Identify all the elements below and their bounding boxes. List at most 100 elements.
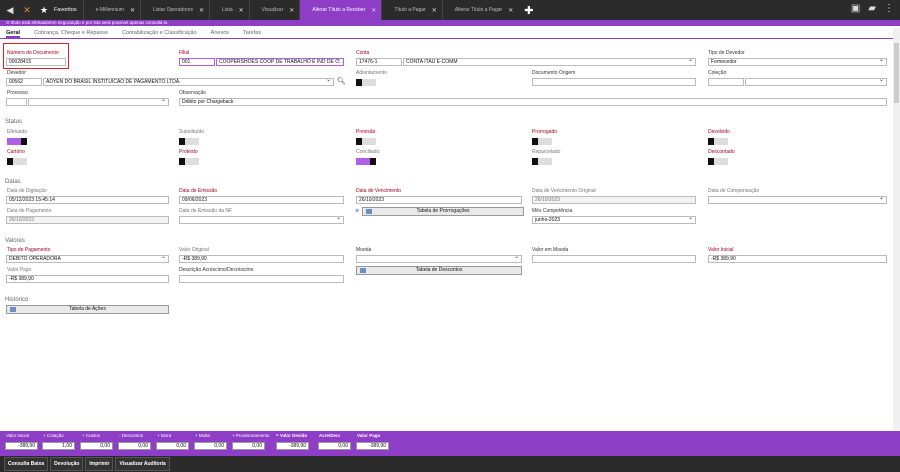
- tab-alterar-titulo-pagar[interactable]: Alterar Título a Pagar ✕: [441, 0, 518, 20]
- documento-origem-input[interactable]: [532, 78, 696, 86]
- reparcelado-toggle[interactable]: [532, 158, 552, 165]
- processo-label: Processo: [7, 90, 28, 96]
- close-icon[interactable]: ✕: [130, 7, 135, 14]
- tab-cobranca[interactable]: Cobrança, Cheque e Repasse: [34, 28, 108, 38]
- visualizar-auditoria-button[interactable]: Visualizar Auditoria: [115, 457, 170, 471]
- scrollbar-thumb[interactable]: [894, 43, 899, 103]
- tabela-prorrogacoes-button[interactable]: Tabela de Prorrogações: [362, 207, 524, 216]
- tab-geral[interactable]: Geral: [6, 28, 21, 38]
- total-label: + Custos: [82, 433, 100, 438]
- close-icon[interactable]: ✕: [508, 7, 513, 14]
- cartorio-toggle[interactable]: [7, 158, 27, 165]
- devolucao-button[interactable]: Devolução: [50, 457, 84, 471]
- data-emissao-nf-select[interactable]: [179, 216, 344, 224]
- chat-icon[interactable]: ▰: [868, 3, 876, 14]
- add-tab-icon[interactable]: ✚: [524, 4, 533, 17]
- close-icon[interactable]: ✕: [371, 7, 376, 14]
- total-label: Valor Inicial: [6, 433, 29, 438]
- tabela-acoes-button[interactable]: Tabela de Ações: [6, 305, 169, 314]
- efetuado-toggle[interactable]: [7, 138, 27, 145]
- tabela-descontos-button[interactable]: Tabela de Descontos: [356, 266, 522, 275]
- star-icon[interactable]: ★: [37, 3, 51, 17]
- total-value: 1,00: [42, 442, 75, 450]
- imprimir-button[interactable]: Imprimir: [85, 457, 114, 471]
- mes-competencia-select[interactable]: junho-2023: [532, 216, 696, 224]
- desc-acrescimo-label: Descrição Acréscimo/Decréscimo: [179, 267, 254, 273]
- desc-acrescimo-input[interactable]: [179, 275, 344, 283]
- close-icon[interactable]: ✕: [199, 7, 204, 14]
- link-icon[interactable]: ⊕: [355, 208, 359, 214]
- valor-inicial-input[interactable]: -R$ 389,90: [708, 255, 887, 263]
- descontado-label: Descontado: [708, 149, 735, 155]
- data-venc-original-input[interactable]: 26/10/2023: [532, 196, 696, 204]
- tab-lista[interactable]: Lista ✕: [209, 0, 249, 20]
- protesto-toggle[interactable]: [179, 158, 199, 165]
- data-vencimento-input[interactable]: 26/10/2023: [356, 196, 522, 204]
- observacao-input[interactable]: Débito por Chargeback: [179, 98, 887, 106]
- tab-alterar-titulo-receber[interactable]: Alterar Título a Receber ✕: [299, 0, 382, 20]
- consulta-baixa-button[interactable]: Consulta Baixa: [4, 457, 49, 471]
- close-icon[interactable]: ✕: [289, 7, 294, 14]
- processo-code-input[interactable]: [6, 98, 27, 106]
- numero-documento-input[interactable]: 00028415: [6, 58, 66, 66]
- previsao-label: Previsão: [356, 129, 376, 135]
- menu-icon[interactable]: ⋮: [884, 3, 894, 14]
- total-label: Valor Pago: [357, 433, 381, 438]
- clipboard-icon[interactable]: ▣: [851, 3, 860, 14]
- tab-tarefas[interactable]: Tarefas: [243, 28, 261, 38]
- search-icon[interactable]: 🔍︎: [337, 77, 346, 85]
- close-icon[interactable]: ✕: [239, 7, 244, 14]
- valor-original-label: Valor Original: [179, 247, 209, 253]
- tipo-devedor-select[interactable]: Fornecedor: [708, 58, 887, 66]
- data-digitacao-label: Data de Digitação: [7, 188, 47, 194]
- processo-select[interactable]: [28, 98, 169, 106]
- tab-contabilizacao[interactable]: Contabilização e Classificação: [122, 28, 197, 38]
- conciliado-toggle[interactable]: [356, 158, 376, 165]
- filial-select[interactable]: COOPERSHOES COOP DE TRABALHO E IND DE C.…: [216, 58, 344, 66]
- close-icon[interactable]: ✕: [432, 7, 437, 14]
- data-emissao-input[interactable]: 09/06/2023: [179, 196, 344, 204]
- total-value: 0,00: [194, 442, 227, 450]
- tab-millennium[interactable]: e-Millennium ✕: [82, 0, 140, 20]
- table-icon: [360, 268, 366, 273]
- devedor-code-input[interactable]: 00562: [6, 78, 42, 86]
- tab-listar-operadores[interactable]: Listar Operadores ✕: [140, 0, 209, 20]
- prorrogado-toggle[interactable]: [532, 138, 552, 145]
- data-pagamento-input[interactable]: 26/10/2023: [6, 216, 169, 224]
- back-icon[interactable]: ◀: [3, 3, 17, 17]
- observacao-label: Observação: [179, 90, 206, 96]
- devolvido-toggle[interactable]: [708, 138, 728, 145]
- total-label: = Valor Devido: [276, 433, 308, 438]
- documento-origem-label: Documento Origem: [532, 70, 576, 76]
- cartorio-label: Cartório: [7, 149, 25, 155]
- favorites-label[interactable]: Favoritos: [54, 7, 77, 13]
- total-label: + Multa: [195, 433, 210, 438]
- data-digitacao-input[interactable]: 05/12/2023 15:45:14: [6, 196, 169, 204]
- vertical-scrollbar[interactable]: [893, 28, 900, 430]
- logo-icon[interactable]: ✕: [20, 3, 34, 17]
- tab-visualizar[interactable]: Visualizar ✕: [248, 0, 300, 20]
- conta-select[interactable]: CONTA ITAU E-COMM: [403, 58, 696, 66]
- data-compensacao-select[interactable]: [708, 196, 887, 204]
- valor-moeda-input[interactable]: [532, 255, 696, 263]
- descontado-toggle[interactable]: [708, 158, 728, 165]
- adiantamento-label: Adiantamento: [356, 70, 387, 76]
- filial-code-input[interactable]: 001: [179, 58, 215, 66]
- tab-anexos[interactable]: Anexos: [211, 28, 229, 38]
- colecao-code-input[interactable]: [708, 78, 744, 86]
- colecao-select[interactable]: [745, 78, 887, 86]
- substituido-toggle[interactable]: [179, 138, 199, 145]
- previsao-toggle[interactable]: [356, 138, 376, 145]
- tab-titulo-pagar[interactable]: Título a Pagar ✕: [381, 0, 441, 20]
- valor-pago-input[interactable]: -R$ 389,90: [6, 275, 169, 283]
- valor-inicial-label: Valor Inicial: [708, 247, 734, 253]
- adiantamento-toggle[interactable]: [356, 79, 376, 86]
- protesto-label: Protesto: [179, 149, 198, 155]
- total-value: 0,00: [318, 442, 351, 450]
- conta-code-input[interactable]: 17476-1: [356, 58, 402, 66]
- data-compensacao-label: Data de Compensação: [708, 188, 760, 194]
- valor-original-input[interactable]: -R$ 389,90: [179, 255, 344, 263]
- devedor-select[interactable]: ADYEN DO BRASIL INSTITUICAO DE PAGAMENTO…: [43, 78, 334, 86]
- moeda-select[interactable]: [356, 255, 522, 263]
- tipo-pagamento-select[interactable]: DEBITO OPERADORA: [6, 255, 169, 263]
